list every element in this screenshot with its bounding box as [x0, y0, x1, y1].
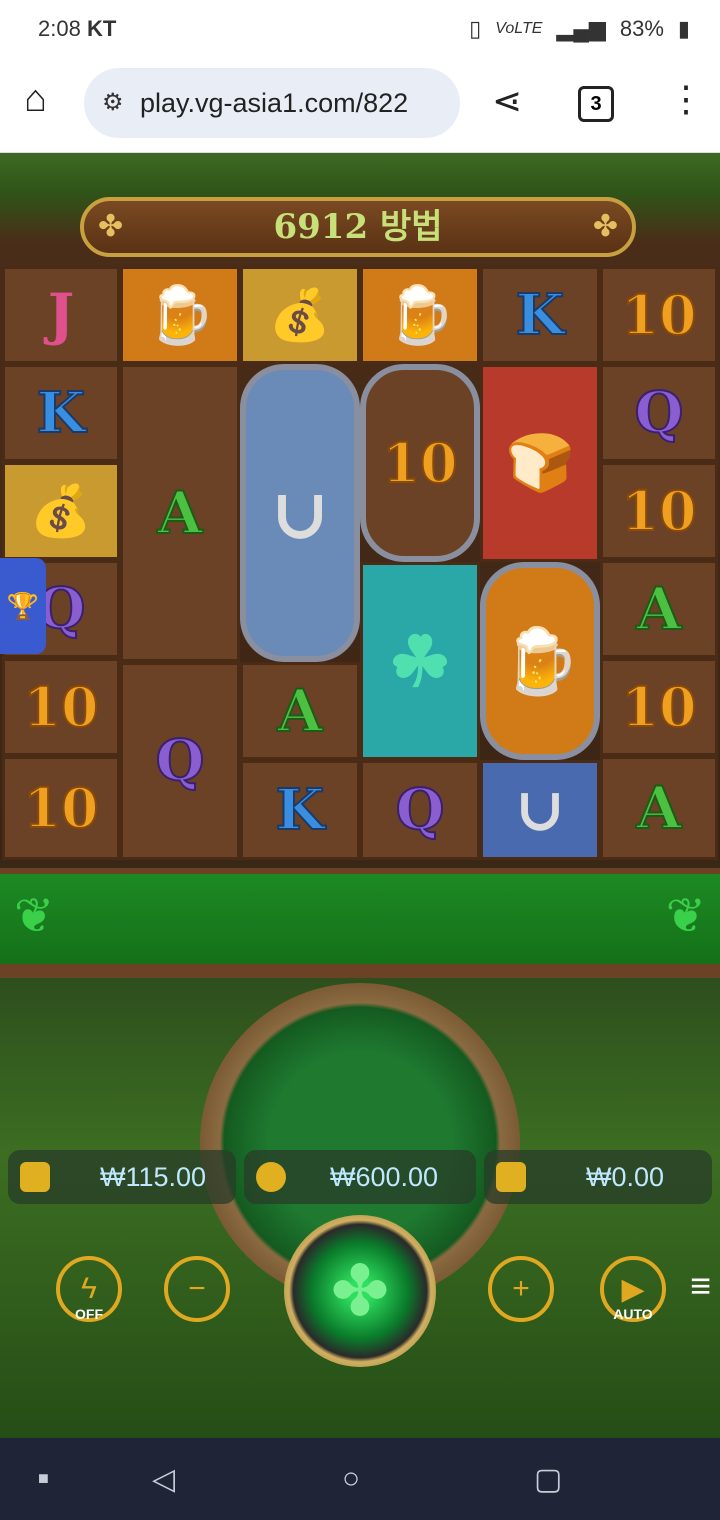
- beer-mug-icon: 🍺: [360, 266, 480, 364]
- treasure-chest-icon: 💰: [2, 462, 120, 560]
- clover-icon-left: ✤: [98, 210, 124, 243]
- turbo-toggle-button[interactable]: ϟ OFF: [56, 1256, 122, 1322]
- treasure-chest-icon: 💰: [240, 266, 360, 364]
- home-nav-icon[interactable]: ○: [342, 1462, 360, 1496]
- share-icon[interactable]: ⋖: [492, 80, 522, 122]
- clover-icon-right: ✤: [592, 210, 618, 243]
- win-banner: ❦ ❦: [0, 868, 720, 978]
- win-value: ₩0.00: [586, 1161, 665, 1192]
- clock: 2:08 KT: [38, 16, 117, 41]
- symbol-a: A: [120, 364, 240, 662]
- clover-icon: ☘: [360, 562, 480, 760]
- back-icon[interactable]: ◁: [152, 1462, 175, 1497]
- bet-display: ₩600.00: [244, 1150, 476, 1204]
- browser-toolbar: ⌂ ⚙ play.vg-asia1.com/822 ⋖ 3 ⋮: [0, 56, 720, 153]
- signal-icon: ▂▄▆: [556, 16, 606, 41]
- play-icon: ▶: [621, 1272, 645, 1306]
- heart-ornament-left-icon: ❦: [14, 890, 55, 943]
- symbol-10: 10: [600, 658, 718, 756]
- autoplay-button[interactable]: ▶ AUTO: [600, 1256, 666, 1322]
- url-text: play.vg-asia1.com/822: [140, 88, 409, 118]
- turbo-label: OFF: [75, 1306, 103, 1322]
- symbol-k: K: [240, 760, 360, 860]
- coins-icon: [256, 1162, 286, 1192]
- beer-mug-icon: 🍺: [120, 266, 240, 364]
- symbol-10: 10: [600, 266, 718, 364]
- win-icon: [496, 1162, 526, 1192]
- keyboard-switch-icon[interactable]: ■: [38, 1468, 49, 1489]
- auto-label: AUTO: [613, 1306, 653, 1322]
- bet-value: ₩600.00: [330, 1161, 439, 1192]
- symbol-10: 10: [600, 462, 718, 560]
- trophy-icon: 🏆: [6, 590, 40, 621]
- symbol-k: K: [480, 266, 600, 364]
- symbol-j: J: [2, 266, 120, 364]
- heart-ornament-right-icon: ❦: [665, 890, 706, 943]
- symbol-q: Q: [360, 760, 480, 860]
- game-canvas[interactable]: ✤ 6912 방법 ✤ J 🍺 💰 🍺 K 10 K A ∪ 10 🍞 Q 💰 …: [0, 153, 720, 1438]
- more-menu-icon[interactable]: ⋮: [668, 78, 704, 120]
- minus-icon: −: [188, 1272, 206, 1305]
- trophy-button[interactable]: 🏆: [0, 558, 46, 654]
- symbol-q: Q: [600, 364, 718, 462]
- site-settings-icon[interactable]: ⚙: [102, 88, 124, 117]
- symbol-10: 10: [360, 364, 480, 562]
- status-bar: 2:08 KT ▯ VoLTE ▂▄▆ 83% ▮: [0, 0, 720, 56]
- plus-icon: +: [512, 1272, 530, 1305]
- balance-value: ₩115.00: [100, 1161, 207, 1192]
- balance-display: ₩115.00: [8, 1150, 236, 1204]
- decrease-bet-button[interactable]: −: [164, 1256, 230, 1322]
- lightning-off-icon: ϟ: [81, 1272, 97, 1305]
- symbol-a: A: [600, 560, 718, 658]
- ways-plaque: ✤ 6912 방법 ✤: [80, 197, 636, 257]
- system-nav-bar: ■ ◁ ○ ▢: [0, 1438, 720, 1520]
- symbol-10: 10: [2, 658, 120, 756]
- tab-switcher-button[interactable]: 3: [578, 86, 614, 122]
- ways-label: 6912 방법: [273, 207, 443, 247]
- bread-icon: 🍞: [480, 364, 600, 562]
- vibrate-icon: ▯: [469, 16, 482, 41]
- symbol-k: K: [2, 364, 120, 462]
- recents-icon[interactable]: ▢: [534, 1462, 562, 1497]
- horseshoe-icon: ∪: [240, 364, 360, 662]
- battery-percent: 83%: [619, 16, 664, 41]
- home-icon[interactable]: ⌂: [24, 78, 47, 121]
- win-display: ₩0.00: [484, 1150, 712, 1204]
- volte-icon: VoLTE: [495, 20, 543, 37]
- battery-icon: ▮: [677, 16, 690, 41]
- increase-bet-button[interactable]: +: [488, 1256, 554, 1322]
- address-bar[interactable]: ⚙ play.vg-asia1.com/822: [84, 68, 460, 138]
- beer-mug-icon: 🍺: [480, 562, 600, 760]
- symbol-10: 10: [2, 756, 120, 860]
- symbol-a: A: [240, 662, 360, 760]
- wallet-icon: [20, 1162, 50, 1192]
- symbol-a: A: [600, 756, 718, 860]
- spin-button[interactable]: ✤: [284, 1215, 436, 1367]
- symbol-q: Q: [120, 662, 240, 860]
- four-leaf-clover-icon: ✤: [330, 1252, 390, 1330]
- horseshoe-icon: ∪: [480, 760, 600, 860]
- game-menu-icon[interactable]: ≡: [690, 1265, 711, 1307]
